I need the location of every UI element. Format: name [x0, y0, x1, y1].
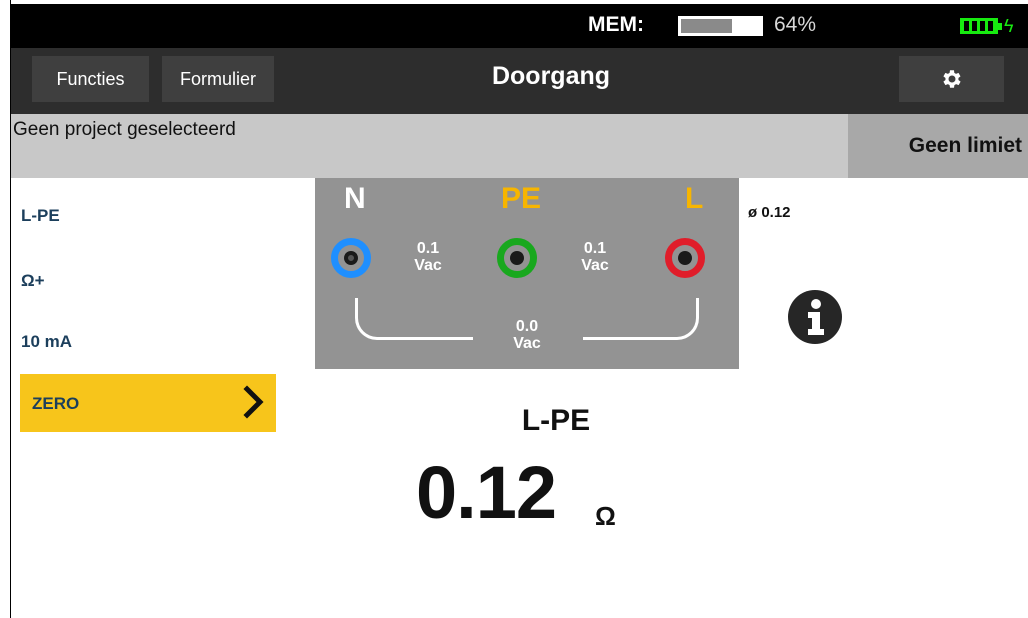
- form-button[interactable]: Formulier: [162, 56, 274, 102]
- secondary-reading: ø 0.12: [748, 204, 791, 221]
- project-status-text: Geen project geselecteerd: [13, 119, 236, 140]
- probe-n-label: N: [344, 182, 366, 215]
- voltage-n-l: 0.0 Vac: [513, 318, 541, 352]
- probe-l-label: L: [685, 182, 704, 215]
- settings-button[interactable]: [899, 56, 1004, 102]
- wire-left: [355, 298, 473, 340]
- project-bar[interactable]: Geen project geselecteerd: [11, 114, 848, 178]
- limit-selector[interactable]: Geen limiet: [848, 114, 1028, 178]
- menu-item-test-type[interactable]: L-PE: [21, 206, 60, 226]
- status-bar: MEM: 64% ϟ: [11, 4, 1028, 48]
- zero-button-label: ZERO: [32, 394, 80, 413]
- menu-item-current[interactable]: 10 mA: [21, 332, 72, 352]
- functions-button-label: Functies: [56, 68, 125, 89]
- limit-label: Geen limiet: [908, 134, 1022, 157]
- gear-icon: [942, 70, 961, 88]
- memory-label: MEM:: [588, 13, 644, 36]
- zero-button[interactable]: ZERO: [20, 374, 276, 432]
- terminal-n-icon: [331, 238, 371, 278]
- probe-pe-label: PE: [501, 182, 542, 215]
- voltage-pe-l: 0.1 Vac: [581, 240, 609, 274]
- chevron-right-icon: [243, 385, 264, 419]
- main-reading-value: 0.12: [416, 451, 557, 534]
- functions-button[interactable]: Functies: [32, 56, 149, 102]
- battery-charging-icon: ϟ: [960, 17, 1014, 37]
- info-icon[interactable]: [787, 289, 843, 345]
- terminal-l-icon: [665, 238, 705, 278]
- memory-usage-bar: [678, 16, 763, 36]
- main-reading-unit: Ω: [595, 501, 616, 531]
- page-title: Doorgang: [491, 62, 611, 90]
- form-button-label: Formulier: [179, 68, 256, 89]
- memory-usage-fill: [681, 19, 732, 33]
- memory-percent: 64%: [774, 13, 817, 36]
- probe-connection-panel: N PE L 0.1 Vac 0.1 Vac 0.0 Vac: [315, 178, 739, 369]
- wire-right: [583, 298, 699, 340]
- menu-item-polarity[interactable]: Ω+: [21, 271, 45, 291]
- device-screen: MEM: 64% ϟ Functies Formulier Doorgang G…: [11, 4, 1028, 618]
- nav-bar: Functies Formulier Doorgang: [11, 48, 1028, 114]
- result-mode-label: L-PE: [521, 404, 591, 437]
- voltage-n-pe: 0.1 Vac: [414, 240, 442, 274]
- terminal-pe-icon: [497, 238, 537, 278]
